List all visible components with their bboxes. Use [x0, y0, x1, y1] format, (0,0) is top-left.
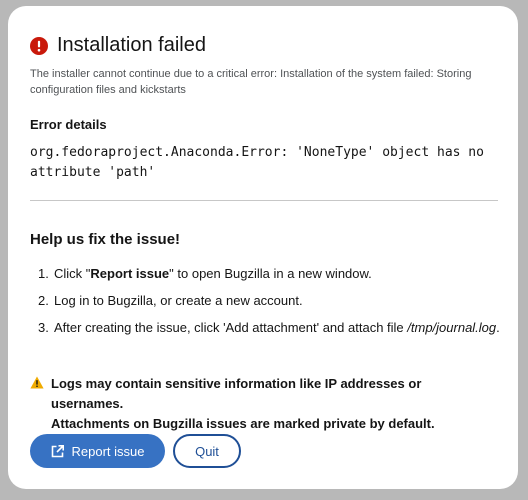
privacy-warning: Logs may contain sensitive information l…: [30, 374, 481, 434]
report-issue-button[interactable]: Report issue: [30, 434, 165, 468]
warning-triangle-icon: [30, 376, 44, 389]
error-details-text: org.fedoraproject.Anaconda.Error: 'NoneT…: [30, 143, 500, 183]
dialog-header: Installation failed: [30, 34, 206, 57]
help-step: 1. Click "Report issue" to open Bugzilla…: [38, 266, 372, 281]
installation-failed-dialog: Installation failed The installer cannot…: [8, 6, 518, 489]
report-issue-label: Report issue: [71, 443, 145, 459]
external-link-icon: [51, 444, 64, 457]
warning-text: Logs may contain sensitive information l…: [51, 376, 435, 431]
error-details-heading: Error details: [30, 117, 107, 132]
help-step: 2. Log in to Bugzilla, or create a new a…: [38, 293, 303, 308]
error-description: The installer cannot continue due to a c…: [30, 68, 472, 96]
error-circle-icon: [30, 36, 48, 55]
quit-button[interactable]: Quit: [173, 434, 241, 468]
help-steps-list: 1. Click "Report issue" to open Bugzilla…: [30, 266, 510, 347]
error-details-line: org.fedoraproject.Anaconda.Error: 'NoneT…: [30, 145, 484, 160]
report-issue-emphasis: Report issue: [90, 266, 170, 281]
error-details-line: attribute 'path': [30, 165, 156, 180]
journal-log-path: /tmp/journal.log: [407, 320, 497, 335]
section-divider: [30, 200, 498, 201]
help-step: 3. After creating the issue, click 'Add …: [38, 320, 500, 335]
help-heading: Help us fix the issue!: [30, 231, 181, 248]
dialog-title: Installation failed: [57, 34, 206, 56]
